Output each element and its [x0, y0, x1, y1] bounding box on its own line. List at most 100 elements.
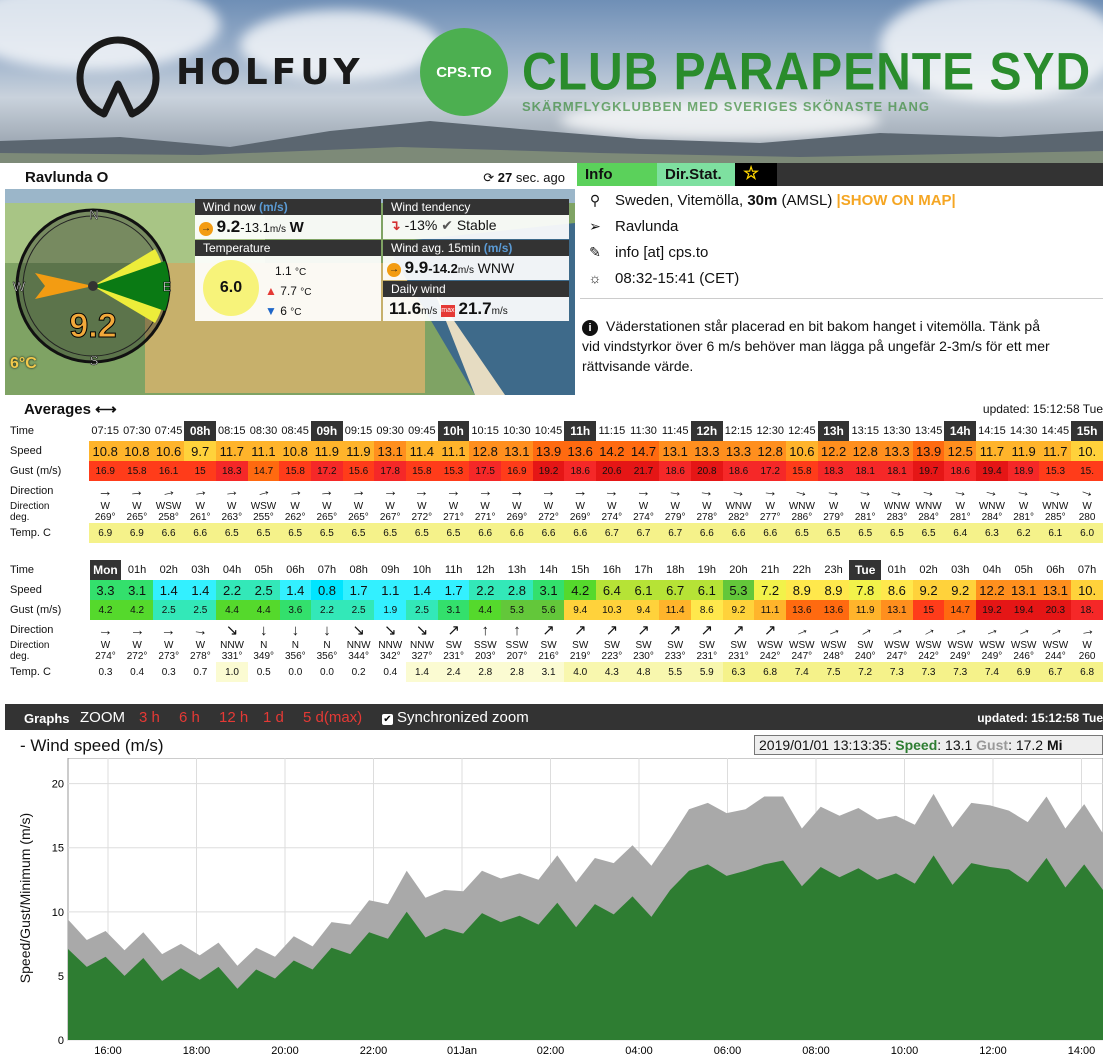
wind-speed-chart[interactable]: 0 5 10 15 20 16:00 18:00 20:00 22:00 01Jan 02:00 0…	[10, 758, 1103, 1058]
time-cell: 10:45	[534, 425, 563, 437]
chart-readout: 2019/01/01 13:13:35: Speed: 13.1 Gust: 1…	[754, 735, 1103, 755]
refresh-icon[interactable]: ⟳	[483, 170, 494, 185]
direction-deg-cell: W 265°	[121, 501, 153, 523]
direction-arrow-glyph: ↗	[668, 622, 682, 639]
gust-cell: 19.2	[976, 600, 1008, 620]
row-label-direction-deg-1: Direction	[10, 501, 50, 512]
gust-cell: 18.6	[722, 461, 755, 481]
chart-x-tick: 18:00	[183, 1045, 211, 1057]
speed-cell: 10.	[1071, 441, 1103, 461]
direction-name: W	[195, 640, 206, 651]
speed-cell: 1.4	[184, 580, 217, 600]
wind-avg15-header: Wind avg. 15min (m/s)	[383, 240, 569, 256]
temp-cell: 4.8	[627, 662, 660, 682]
averages-table-hourly: Time Mon 01h 02h 03h 04h 05h 06h 07h 08h 09h 10h 11h…	[5, 560, 1103, 682]
direction-arrow-glyph: →	[886, 620, 908, 640]
wind-now-speed: 9.2	[216, 217, 241, 236]
direction-arrow-glyph: →	[823, 620, 844, 640]
direction-arrow-icon: ↑	[469, 620, 501, 640]
sync-zoom-toggle[interactable]: ✔ Synchronized zoom	[382, 709, 529, 726]
time-cell: 10h	[412, 564, 432, 576]
temp-cell: 6.5	[786, 523, 818, 543]
direction-deg-cell: SW 231°	[691, 640, 723, 662]
checkbox-checked-icon[interactable]: ✔	[382, 714, 393, 725]
direction-degrees: 248°	[823, 651, 844, 662]
wind-tendency-header: Wind tendency	[383, 199, 569, 215]
temp-cell: 1.0	[216, 662, 248, 682]
direction-arrow-glyph: →	[1077, 481, 1098, 501]
temp-cell: 0.4	[121, 662, 153, 682]
expand-horizontal-icon[interactable]: ⟷	[95, 401, 117, 418]
direction-degrees: 278°	[190, 651, 211, 662]
direction-name: W	[322, 501, 332, 512]
direction-name: WSW	[1042, 640, 1069, 651]
graphs-toolbar: Graphs ZOOM 3 h 6 h 12 h 1 d 5 d(max) ✔ S…	[5, 704, 1103, 730]
favorite-star-icon[interactable]: ☆	[735, 163, 777, 186]
wind-now-unit: m/s	[269, 224, 287, 235]
show-on-map-link[interactable]: |SHOW ON MAP|	[837, 192, 956, 209]
direction-degrees: 278°	[696, 512, 718, 523]
gust-cell: 4.4	[469, 600, 502, 620]
direction-name: W	[195, 501, 205, 512]
tab-info[interactable]: Info	[577, 163, 657, 186]
direction-degrees: 271°	[443, 512, 464, 523]
direction-deg-cell: W 263°	[216, 501, 248, 523]
temp-cell: 6.5	[912, 523, 945, 543]
direction-arrow-icon: →	[533, 481, 565, 501]
direction-deg-cell: N 356°	[311, 640, 343, 662]
gust-cell: 5.3	[501, 600, 533, 620]
time-cell: 08:15	[218, 425, 246, 437]
speed-cell: 11.7	[976, 441, 1008, 461]
direction-name: W	[100, 501, 110, 512]
daily-avg-value: 11.6	[389, 299, 422, 318]
time-cell: 11:30	[630, 425, 657, 437]
speed-cell: 11.7	[1039, 441, 1072, 461]
gust-cell: 2.5	[152, 600, 185, 620]
speed-cell: 8.6	[881, 580, 913, 600]
direction-degrees: 231°	[696, 651, 718, 662]
temp-cell: 6.5	[849, 523, 882, 543]
zoom-5d[interactable]: 5 d(max)	[303, 709, 362, 726]
speed-cell: 4.2	[564, 580, 597, 600]
direction-degrees: 260	[1078, 651, 1096, 662]
direction-name: W	[607, 501, 617, 512]
time-cell: 05h	[1014, 564, 1033, 576]
speed-cell: 13.1	[659, 441, 692, 461]
temp-cell: 6.8	[754, 662, 786, 682]
direction-deg-cell: N 356°	[280, 640, 312, 662]
row-label-direction-deg-1: Direction	[10, 640, 50, 651]
direction-arrow-icon: →	[723, 481, 755, 501]
direction-deg-cell: WNW 285°	[1039, 501, 1071, 523]
tab-dir-stat[interactable]: Dir.Stat.	[657, 163, 735, 186]
temp-cell: 3.1	[532, 662, 565, 682]
zoom-3h[interactable]: 3 h	[139, 709, 160, 726]
direction-arrow-icon: →	[184, 481, 216, 501]
time-cell: 10:15	[471, 425, 499, 437]
direction-arrow-icon: →	[311, 481, 343, 501]
wind-now-unit-label: (m/s)	[259, 200, 288, 214]
direction-arrow-glyph: →	[129, 621, 145, 639]
direction-name: NNW	[410, 640, 434, 651]
gust-cell: 16.9	[89, 461, 122, 481]
location-pin-icon: ⚲	[589, 191, 601, 208]
row-label-gust: Gust (m/s)	[10, 604, 62, 616]
zoom-1d[interactable]: 1 d	[263, 709, 284, 726]
graphs-updated: updated: 15:12:58 Tue	[977, 711, 1103, 725]
direction-deg-cell: NNW 331°	[216, 640, 248, 662]
direction-name: WSW	[155, 501, 182, 512]
zoom-12h[interactable]: 12 h	[219, 709, 248, 726]
holfuy-logo-icon	[76, 36, 160, 118]
averages-table-15min: Time 07:15 07:30 07:45 08h 08:15 08:30 08:45 09h…	[5, 421, 1103, 543]
temp-min-icon: ▼	[265, 304, 277, 318]
gust-cell: 20.6	[596, 461, 628, 481]
readout-gust-label: Gust	[976, 737, 1009, 753]
direction-arrow-glyph: →	[509, 482, 525, 500]
direction-name: N	[260, 640, 268, 651]
direction-degrees: 249°	[949, 651, 971, 662]
direction-deg-cell: SW 233°	[659, 640, 691, 662]
sun-icon: ☼	[588, 270, 602, 286]
zoom-6h[interactable]: 6 h	[179, 709, 200, 726]
direction-degrees: 285°	[1044, 512, 1066, 523]
direction-name: WNW	[915, 501, 942, 512]
speed-cell: 3.3	[89, 580, 122, 600]
